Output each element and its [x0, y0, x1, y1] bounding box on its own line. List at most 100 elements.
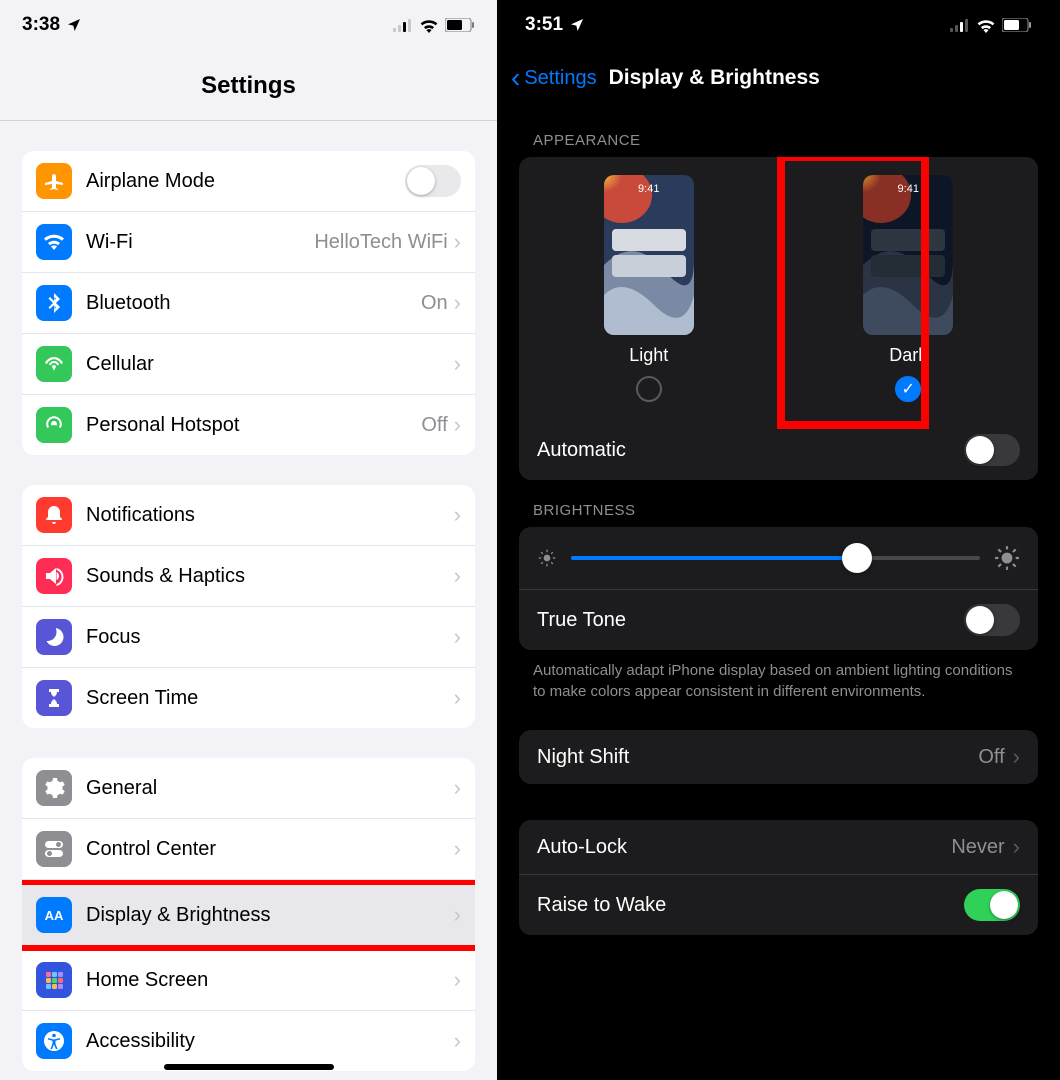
chevron-icon: › [1013, 744, 1020, 770]
wifi-status-icon [419, 18, 439, 33]
autolock-row[interactable]: Auto-Lock Never › [519, 820, 1038, 875]
sun-large-icon [994, 545, 1020, 571]
row-label: Display & Brightness [86, 904, 454, 927]
truetone-footer: Automatically adapt iPhone display based… [497, 650, 1060, 702]
row-value: Off [421, 414, 447, 437]
back-button[interactable]: Settings [524, 67, 596, 90]
settings-group: Notifications›Sounds & Haptics›Focus›Scr… [22, 485, 475, 728]
status-bar: 3:51 [497, 0, 1060, 42]
screentime-icon [36, 680, 72, 716]
chevron-icon: › [454, 624, 461, 650]
light-radio[interactable] [636, 376, 662, 402]
row-value: HelloTech WiFi [314, 231, 447, 254]
light-preview: 9:41 [604, 175, 694, 335]
display-brightness-screen-dark: 3:51 ‹ Settings Display & Brightness APP… [497, 0, 1060, 1080]
truetone-row[interactable]: True Tone [519, 590, 1038, 650]
settings-group: Airplane ModeWi-FiHelloTech WiFi›Bluetoo… [22, 151, 475, 455]
appearance-dark-option[interactable]: 9:41 Dark ✓ [863, 175, 953, 402]
cell-signal-icon [393, 19, 413, 32]
svg-text:AA: AA [45, 908, 64, 923]
settings-row-display[interactable]: AA Display & Brightness› [22, 885, 475, 945]
display-icon: AA [36, 897, 72, 933]
row-label: Airplane Mode [86, 170, 405, 193]
settings-row-cellular[interactable]: Cellular› [22, 334, 475, 395]
nightshift-group: Night Shift Off › [519, 730, 1038, 784]
truetone-switch[interactable] [964, 604, 1020, 636]
settings-row-controlcenter[interactable]: Control Center› [22, 819, 475, 880]
row-label: Screen Time [86, 687, 454, 710]
highlight-display-brightness: AA Display & Brightness› [22, 879, 475, 951]
light-label: Light [629, 345, 668, 366]
chevron-icon: › [454, 775, 461, 801]
brightness-section-label: BRIGHTNESS [497, 480, 1060, 527]
brightness-slider-row[interactable] [519, 527, 1038, 590]
location-icon [66, 17, 82, 33]
settings-row-hotspot[interactable]: Personal HotspotOff › [22, 395, 475, 455]
location-icon [569, 17, 585, 33]
settings-row-sounds[interactable]: Sounds & Haptics› [22, 546, 475, 607]
page-header: Settings [0, 42, 497, 121]
row-label: Accessibility [86, 1030, 454, 1053]
row-label: Cellular [86, 353, 454, 376]
settings-row-airplane[interactable]: Airplane Mode [22, 151, 475, 212]
settings-row-homescreen[interactable]: Home Screen› [22, 950, 475, 1011]
wifi-icon [36, 224, 72, 260]
chevron-icon: › [454, 902, 461, 928]
brightness-thumb[interactable] [842, 543, 872, 573]
airplane-icon [36, 163, 72, 199]
nav-bar: ‹ Settings Display & Brightness [497, 42, 1060, 110]
settings-screen-light: 3:38 Settings Airplane ModeWi-FiHelloTec… [0, 0, 497, 1080]
row-label: Notifications [86, 504, 454, 527]
settings-row-screentime[interactable]: Screen Time› [22, 668, 475, 728]
dark-preview: 9:41 [863, 175, 953, 335]
general-icon [36, 770, 72, 806]
settings-row-bluetooth[interactable]: BluetoothOn › [22, 273, 475, 334]
settings-row-accessibility[interactable]: Accessibility› [22, 1011, 475, 1071]
back-chevron-icon[interactable]: ‹ [511, 62, 520, 94]
chevron-icon: › [454, 967, 461, 993]
sun-small-icon [537, 548, 557, 568]
automatic-row[interactable]: Automatic [519, 420, 1038, 480]
brightness-group: True Tone [519, 527, 1038, 650]
raisewake-row[interactable]: Raise to Wake [519, 875, 1038, 935]
accessibility-icon [36, 1023, 72, 1059]
chevron-icon: › [454, 412, 461, 438]
settings-row-focus[interactable]: Focus› [22, 607, 475, 668]
row-label: Sounds & Haptics [86, 565, 454, 588]
chevron-icon: › [454, 290, 461, 316]
settings-row-wifi[interactable]: Wi-FiHelloTech WiFi› [22, 212, 475, 273]
nightshift-row[interactable]: Night Shift Off › [519, 730, 1038, 784]
appearance-light-option[interactable]: 9:41 Light [604, 175, 694, 402]
chevron-icon: › [454, 685, 461, 711]
appearance-group: 9:41 Light 9:41 Dark ✓ Automatic [519, 157, 1038, 480]
wifi-status-icon [976, 18, 996, 33]
status-bar: 3:38 [0, 0, 497, 42]
raisewake-switch[interactable] [964, 889, 1020, 921]
chevron-icon: › [1013, 834, 1020, 860]
page-title: Settings [0, 72, 497, 100]
settings-row-general[interactable]: General› [22, 758, 475, 819]
dark-radio[interactable]: ✓ [895, 376, 921, 402]
row-label: Control Center [86, 838, 454, 861]
chevron-icon: › [454, 351, 461, 377]
chevron-icon: › [454, 502, 461, 528]
row-value: On [421, 292, 448, 315]
appearance-section-label: APPEARANCE [497, 110, 1060, 157]
chevron-icon: › [454, 836, 461, 862]
chevron-icon: › [454, 229, 461, 255]
chevron-icon: › [454, 1028, 461, 1054]
controlcenter-icon [36, 831, 72, 867]
brightness-fill [571, 556, 857, 560]
cell-signal-icon [950, 19, 970, 32]
airplane-switch[interactable] [405, 165, 461, 197]
brightness-slider[interactable] [571, 556, 980, 560]
chevron-icon: › [454, 563, 461, 589]
row-label: Personal Hotspot [86, 414, 421, 437]
settings-group: General›Control Center›AADisplay & Brigh… [22, 758, 475, 1071]
sounds-icon [36, 558, 72, 594]
settings-row-notifications[interactable]: Notifications› [22, 485, 475, 546]
row-label: Bluetooth [86, 292, 421, 315]
home-indicator[interactable] [164, 1064, 334, 1070]
automatic-switch[interactable] [964, 434, 1020, 466]
dark-label: Dark [889, 345, 927, 366]
